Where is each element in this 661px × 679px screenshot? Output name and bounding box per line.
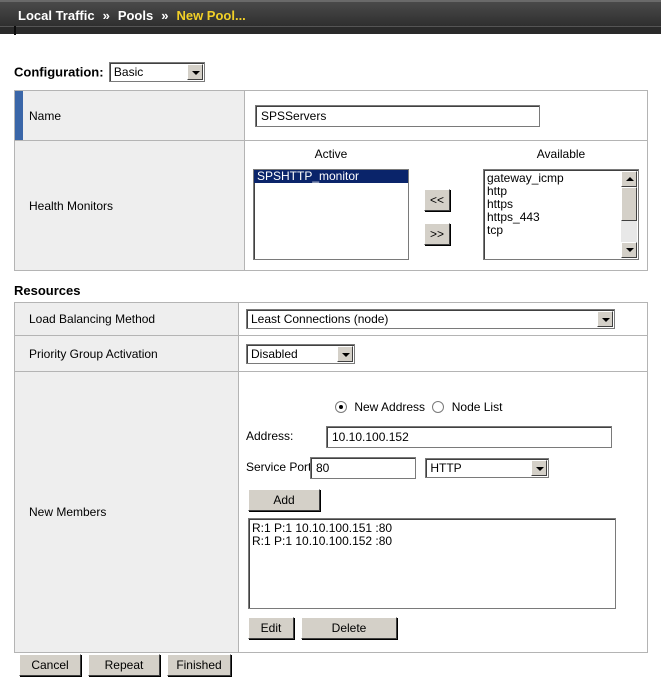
radio-node-list-label[interactable]: Node List <box>452 400 503 414</box>
address-label: Address: <box>246 429 294 444</box>
priority-group-label: Priority Group Activation <box>29 346 158 361</box>
breadcrumb-pools[interactable]: Pools <box>118 8 153 23</box>
name-input[interactable]: SPSServers <box>255 104 540 127</box>
active-monitor-item[interactable]: SPSHTTP_monitor <box>254 170 408 183</box>
radio-new-address-label[interactable]: New Address <box>354 400 425 414</box>
name-label: Name <box>29 108 62 123</box>
configuration-row: Configuration: Basic <box>14 62 205 84</box>
title-bar-divider <box>0 26 661 35</box>
chevron-down-icon[interactable] <box>597 311 613 327</box>
load-balancing-select[interactable]: Least Connections (node) <box>246 309 615 329</box>
title-bar-tick <box>14 26 16 35</box>
resources-table: Load Balancing Method Least Connections … <box>14 302 648 653</box>
radio-new-address[interactable] <box>335 401 347 413</box>
priority-group-label-cell: Priority Group Activation <box>14 335 239 372</box>
add-member-button[interactable]: Add <box>248 489 320 511</box>
service-port-label: Service Port: <box>246 460 315 475</box>
health-monitors-cell: Active Available SPSHTTP_monitor << >> g… <box>244 140 648 271</box>
configuration-table: Name SPSServers Health Monitors Active A… <box>14 90 648 271</box>
load-balancing-label-cell: Load Balancing Method <box>14 302 239 336</box>
configuration-label: Configuration: <box>14 64 104 80</box>
breadcrumb-local-traffic[interactable]: Local Traffic <box>18 8 95 23</box>
move-to-active-button[interactable]: << <box>424 189 450 211</box>
finished-button[interactable]: Finished <box>167 654 231 676</box>
cancel-button[interactable]: Cancel <box>19 654 81 676</box>
chevron-down-icon[interactable] <box>531 460 548 476</box>
available-header: Available <box>536 147 586 161</box>
address-row: Address: 10.10.100.152 <box>246 426 612 448</box>
service-port-input[interactable]: 80 <box>310 457 416 479</box>
breadcrumb: Local Traffic » Pools » New Pool... <box>18 8 246 23</box>
radio-node-list[interactable] <box>432 401 445 413</box>
members-list[interactable]: R:1 P:1 10.10.100.151 :80 R:1 P:1 10.10.… <box>248 518 616 609</box>
service-value: HTTP <box>430 461 462 475</box>
load-balancing-value: Least Connections (node) <box>251 312 389 326</box>
chevron-down-icon[interactable] <box>337 345 353 362</box>
breadcrumb-separator: » <box>102 8 110 23</box>
active-header: Active <box>314 147 348 161</box>
configuration-value: Basic <box>113 65 144 79</box>
active-monitors-list[interactable]: SPSHTTP_monitor <box>253 169 409 260</box>
available-list-scrollbar[interactable] <box>621 171 637 258</box>
chevron-down-icon[interactable] <box>186 64 203 80</box>
name-value-cell: SPSServers <box>244 90 648 141</box>
name-label-cell: Name <box>14 90 245 141</box>
scroll-thumb[interactable] <box>621 187 637 221</box>
load-balancing-label: Load Balancing Method <box>29 312 156 326</box>
service-port-row: Service Port:80 HTTP <box>246 457 550 479</box>
breadcrumb-separator: » <box>161 8 169 23</box>
edit-member-button[interactable]: Edit <box>248 617 294 639</box>
delete-member-button[interactable]: Delete <box>301 617 397 639</box>
priority-group-select[interactable]: Disabled <box>246 343 355 364</box>
priority-group-value: Disabled <box>251 346 298 361</box>
available-monitor-item[interactable]: gateway_icmp <box>484 172 638 185</box>
move-to-available-button[interactable]: >> <box>424 223 450 245</box>
breadcrumb-current: New Pool... <box>176 8 246 23</box>
health-monitors-label: Health Monitors <box>29 198 114 213</box>
health-monitors-label-cell: Health Monitors <box>14 140 245 271</box>
load-balancing-cell: Least Connections (node) <box>238 302 648 336</box>
service-select[interactable]: HTTP <box>425 458 550 478</box>
scroll-down-icon[interactable] <box>621 242 637 258</box>
name-marker <box>15 91 23 140</box>
available-monitor-item[interactable]: tcp <box>484 224 638 237</box>
resources-header: Resources <box>14 283 81 298</box>
configuration-select[interactable]: Basic <box>108 62 205 82</box>
new-members-cell: New Address Node List Address: 10.10.100.… <box>238 371 648 653</box>
new-members-label-cell: New Members <box>14 371 239 653</box>
title-bar: Local Traffic » Pools » New Pool... <box>0 0 661 35</box>
member-item[interactable]: R:1 P:1 10.10.100.152 :80 <box>249 535 615 548</box>
available-monitors-list[interactable]: gateway_icmp http https https_443 tcp <box>483 169 639 260</box>
address-input[interactable]: 10.10.100.152 <box>326 426 612 448</box>
new-members-label: New Members <box>29 505 107 519</box>
scroll-up-icon[interactable] <box>621 171 637 187</box>
member-type-radios: New Address Node List <box>335 400 502 414</box>
priority-group-cell: Disabled <box>238 335 648 372</box>
repeat-button[interactable]: Repeat <box>88 654 160 676</box>
available-monitor-item[interactable]: https_443 <box>484 211 638 224</box>
